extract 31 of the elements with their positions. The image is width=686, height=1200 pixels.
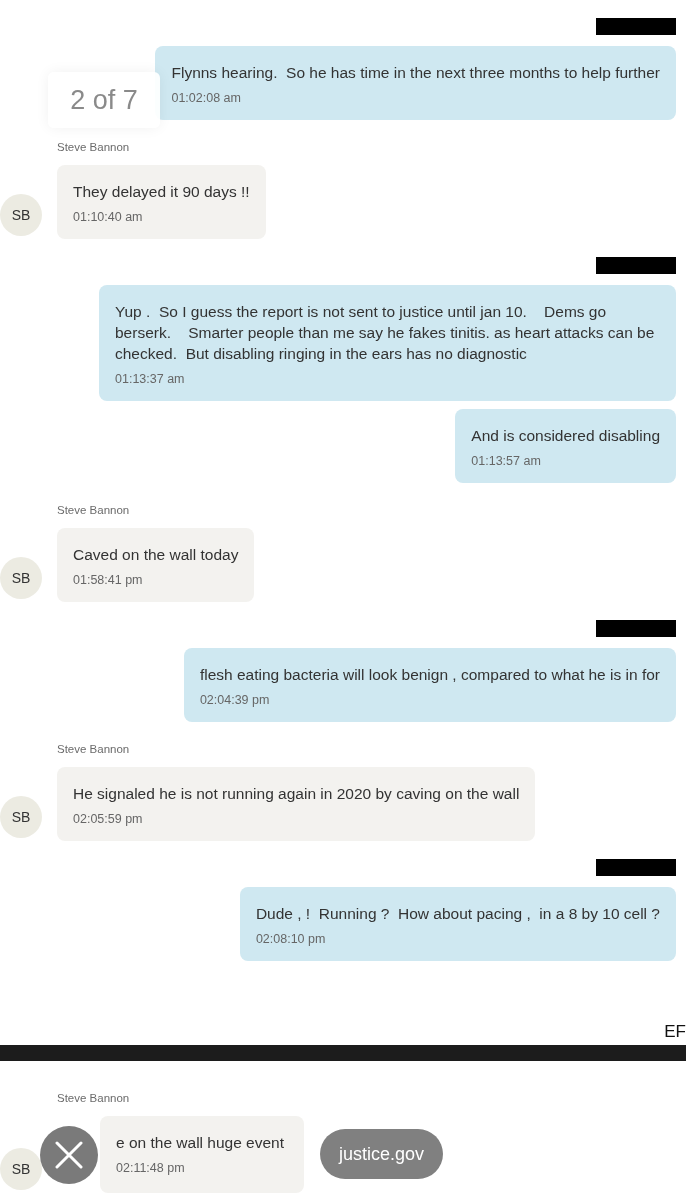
message-time: 02:04:39 pm <box>199 692 271 708</box>
message-time: 02:08:10 pm <box>255 931 327 947</box>
message-text: Flynns hearing. So he has time in the next three months to help further <box>171 63 660 83</box>
sender-name: Steve Bannon <box>57 503 130 518</box>
message-time: 01:58:41 pm <box>73 572 144 588</box>
sender-name: Steve Bannon <box>57 140 130 155</box>
message-text: And is considered disabling <box>471 426 660 446</box>
message-time: 02:05:59 pm <box>73 811 144 827</box>
message-text: e on the wall huge event <box>116 1133 285 1153</box>
message-time: 02:11:48 pm <box>116 1160 186 1176</box>
message-time: 01:13:37 am <box>115 371 186 387</box>
message-text: Dude , ! Running ? How about pacing , in a 8 by 10 cell ? <box>255 904 660 924</box>
message-time: 01:02:08 am <box>171 90 242 106</box>
message-text: flesh eating bacteria will look benign , compared to what he is in for <box>199 665 660 685</box>
message-text: Caved on the wall today <box>73 545 239 565</box>
url-chip[interactable]: justice.gov <box>320 1129 444 1179</box>
message-text: They delayed it 90 days !! <box>73 182 250 202</box>
sender-name: Steve Bannon <box>57 742 130 757</box>
avatar: SB <box>0 194 42 236</box>
sender-name: Steve Bannon <box>57 1091 130 1106</box>
page-footer-text: EF <box>664 1023 686 1041</box>
avatar: SB <box>0 557 42 599</box>
message-text: He signaled he is not running again in 2020 by caving on the wall <box>73 784 520 804</box>
avatar: SB <box>0 796 42 838</box>
avatar: SB <box>0 1148 42 1190</box>
message-text: Yup . So I guess the report is not sent to justice until jan 10. Dems go berserk. Smarter people than me say he fakes tinitis. as heart attacks can be checked. But disabling ringing in the ears has no diagnostic <box>115 302 656 364</box>
message-time: 01:13:57 am <box>471 453 542 469</box>
message-time: 01:10:40 am <box>73 209 144 225</box>
page-counter: 2 of 7 <box>48 72 160 128</box>
close-icon <box>55 1141 83 1169</box>
close-button[interactable] <box>40 1126 98 1184</box>
